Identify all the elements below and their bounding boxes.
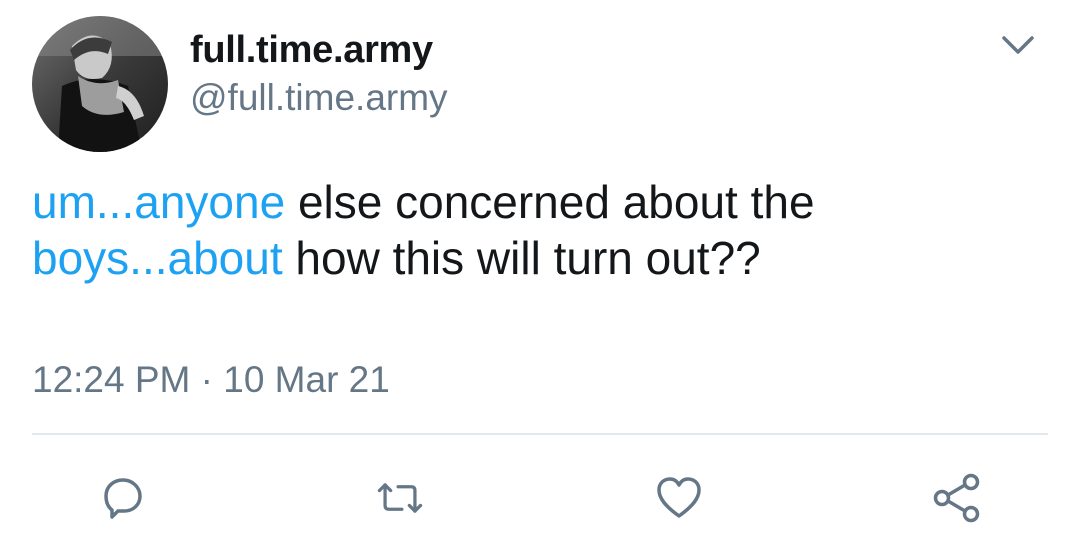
chevron-down-icon[interactable]	[998, 30, 1038, 62]
display-name[interactable]: full.time.army	[190, 28, 433, 72]
avatar[interactable]	[32, 16, 168, 152]
tweet-link[interactable]: boys...about	[32, 232, 283, 284]
tweet-line-text: else concerned about the	[285, 176, 815, 228]
retweet-icon	[377, 483, 423, 513]
tweet-line-text: how this will turn out??	[282, 232, 761, 284]
avatar-photo	[32, 16, 168, 152]
like-button[interactable]	[651, 470, 707, 526]
tweet-text: um...anyone else concerned about the boy…	[32, 174, 1032, 286]
tweet-timestamp[interactable]: 12:24 PM · 10 Mar 21	[32, 358, 390, 402]
reply-icon	[104, 478, 142, 519]
share-button[interactable]	[929, 470, 985, 526]
tweet-link[interactable]: um...anyone	[32, 176, 285, 228]
retweet-button[interactable]	[372, 470, 428, 526]
reply-button[interactable]	[94, 470, 150, 526]
tweet-line: boys...about how this will turn out??	[32, 230, 1032, 286]
tweet-line: um...anyone else concerned about the	[32, 174, 1032, 230]
divider	[32, 433, 1048, 435]
heart-icon	[657, 477, 701, 518]
user-handle[interactable]: @full.time.army	[190, 76, 448, 120]
share-icon	[933, 473, 980, 523]
